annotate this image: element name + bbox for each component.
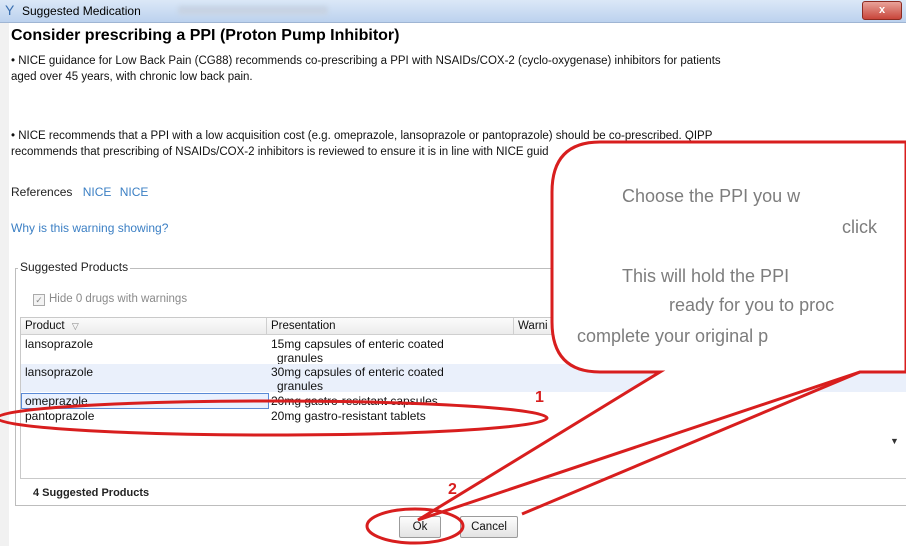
callout-line-2: click [842, 217, 877, 237]
callout-line-3: This will hold the PPI [622, 266, 790, 286]
step-1-marker: 1 [535, 389, 544, 406]
callout-line-4: ready for you to proc [669, 295, 835, 315]
callout-line-1: Choose the PPI you w [622, 186, 801, 206]
step-2-marker: 2 [448, 481, 457, 498]
callout-line-5: complete your original p [577, 326, 769, 346]
suggested-medication-dialog: Y Suggested Medication x Consider prescr… [0, 0, 906, 546]
highlight-omeprazole-ellipse [0, 399, 549, 437]
highlight-ok-ellipse [365, 507, 465, 545]
